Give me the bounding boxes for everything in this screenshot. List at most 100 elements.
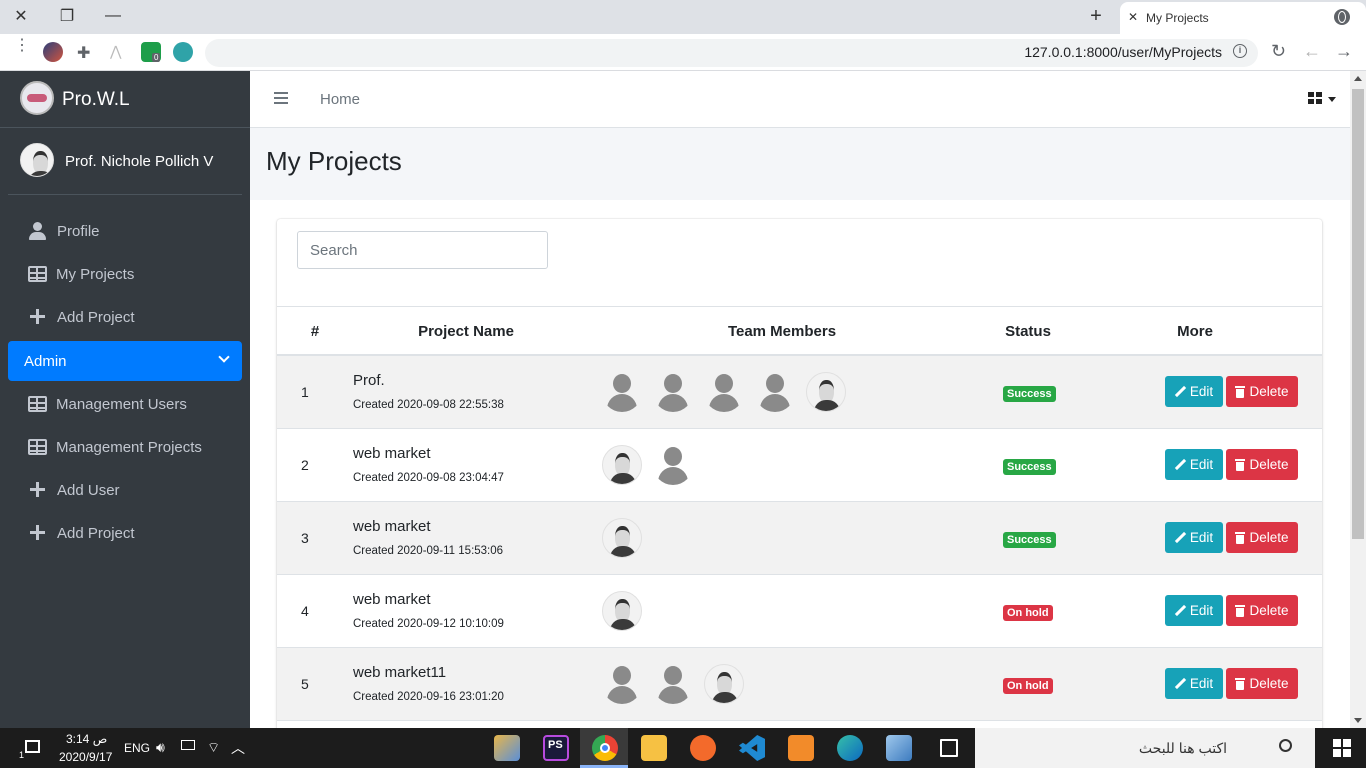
team-members: photo [602,591,653,631]
browser-tab[interactable]: ✕ My Projects [1120,2,1366,34]
window-close-icon[interactable]: ✕ [8,4,34,28]
window-restore-icon[interactable]: ❐ [54,4,80,28]
taskbar-search-box[interactable]: اكتب هنا للبحث [975,728,1315,768]
hamburger-menu-icon[interactable] [274,92,288,104]
team-member-avatar[interactable]: photo [806,372,846,412]
sidebar-item-admin[interactable]: Admin [8,341,242,381]
extension-shield-icon[interactable]: 0 [141,42,161,62]
sidebar-item-my-projects[interactable]: My Projects [8,254,242,294]
forward-arrow-icon[interactable]: ← [1303,41,1321,62]
sidebar-item-label: Admin [24,352,67,370]
extensions-icon[interactable]: ✚ [77,43,90,63]
table-row: 3 web market Created 2020-09-11 15:53:06 ph… [277,502,1322,575]
volume-icon[interactable]: 🔊︎ [156,739,165,756]
wifi-icon[interactable]: ⌔ [207,739,220,757]
team-member-avatar[interactable]: photo [602,591,642,631]
sidebar-item-label: Management Users [56,395,187,413]
browser-menu-icon[interactable]: ⋮ [14,38,30,54]
team-member-avatar[interactable]: generic [755,372,795,412]
sidebar-item-management-users[interactable]: Management Users [8,384,242,424]
delete-button[interactable]: Delete [1226,376,1298,407]
table-icon [28,439,47,455]
edit-button[interactable]: Edit [1165,595,1223,626]
search-input[interactable] [297,231,548,269]
sidebar-item-add-user[interactable]: Add User [8,470,242,510]
clock-time[interactable]: 3:14 ص [66,732,107,746]
windows-start-icon[interactable] [1333,739,1351,757]
tab-close-icon[interactable]: ✕ [1128,10,1138,24]
team-member-avatar[interactable]: photo [602,518,642,558]
sublime-icon[interactable] [690,735,716,761]
clock-date[interactable]: 2020/9/17 [59,750,112,764]
team-member-avatar[interactable]: photo [602,445,642,485]
delete-button[interactable]: Delete [1226,595,1298,626]
site-info-icon[interactable]: i [1233,44,1247,58]
sidebar-item-admin-add-project[interactable]: Add Project [8,513,242,553]
sidebar-item-profile[interactable]: Profile [8,211,242,251]
task-view-icon[interactable] [940,739,958,757]
team-member-avatar[interactable]: generic [602,372,642,412]
team-member-avatar[interactable]: generic [704,372,744,412]
notification-count: 1 [19,750,25,760]
xampp-icon[interactable] [788,735,814,761]
file-explorer-icon[interactable] [641,735,667,761]
team-member-avatar[interactable]: generic [653,664,693,704]
notification-center-icon[interactable] [25,740,40,753]
scroll-down-arrow-icon[interactable] [1354,718,1362,723]
caret-down-icon[interactable] [1328,97,1336,102]
project-name: web market [353,591,431,608]
edit-button[interactable]: Edit [1165,449,1223,480]
sidebar-item-management-projects[interactable]: Management Projects [8,427,242,467]
extension-a-icon[interactable]: ⋀ [110,43,121,60]
url-text[interactable]: 127.0.0.1:8000/user/MyProjects [1024,44,1222,60]
sidebar: Pro.W.L Prof. Nichole Pollich V Profile … [0,71,250,728]
team-member-avatar[interactable]: generic [602,664,642,704]
team-member-avatar[interactable]: generic [653,372,693,412]
delete-button[interactable]: Delete [1226,522,1298,553]
profile-avatar-icon[interactable] [43,42,63,62]
battery-icon[interactable] [181,740,195,750]
brand-logo [20,81,54,115]
table-row: 5 web market11 Created 2020-09-16 23:01:20… [277,648,1322,721]
edge-icon[interactable] [837,735,863,761]
chevron-down-icon [218,351,230,363]
sidebar-item-add-project[interactable]: Add Project [8,297,242,337]
delete-label: Delete [1249,457,1289,472]
brand-link[interactable]: Pro.W.L [0,71,250,128]
virtualbox-icon[interactable] [886,735,912,761]
scroll-thumb[interactable] [1352,89,1364,539]
taskbar-search-placeholder: اكتب هنا للبحث [1138,740,1227,756]
plus-icon [28,308,48,326]
table-row: 2 web market Created 2020-09-08 23:04:47 ph… [277,429,1322,502]
edit-label: Edit [1189,530,1214,545]
user-panel[interactable]: Prof. Nichole Pollich V [8,128,242,195]
language-indicator[interactable]: ENG [124,741,150,755]
sidebar-item-label: Add Project [57,308,135,326]
home-link[interactable]: Home [320,91,360,108]
delete-button[interactable]: Delete [1226,668,1298,699]
vscode-icon[interactable] [739,735,765,761]
edit-button[interactable]: Edit [1165,522,1223,553]
delete-button[interactable]: Delete [1226,449,1298,480]
project-name: web market [353,518,431,535]
chrome-icon[interactable] [592,735,618,761]
back-arrow-icon[interactable]: → [1335,41,1353,62]
grid-icon[interactable] [1308,92,1323,105]
show-hidden-icons-chevron-icon[interactable]: ︿ [231,738,245,758]
team-members: generic generic photo [602,664,755,704]
paint-app-icon[interactable] [494,735,520,761]
window-minimize-icon[interactable]: — [100,4,126,28]
scroll-up-arrow-icon[interactable] [1354,76,1362,81]
status-badge: Success [1003,386,1056,402]
edit-button[interactable]: Edit [1165,376,1223,407]
row-number: 4 [301,603,309,619]
page-scrollbar[interactable] [1350,71,1366,728]
phpstorm-icon[interactable]: PS [543,735,569,761]
team-member-avatar[interactable]: generic [653,445,693,485]
sidebar-item-label: Add User [57,481,120,499]
team-member-avatar[interactable]: photo [704,664,744,704]
new-tab-icon[interactable]: + [1083,4,1109,28]
edit-button[interactable]: Edit [1165,668,1223,699]
extension-owl-icon[interactable] [173,42,193,62]
reload-icon[interactable]: ↻ [1271,41,1286,62]
